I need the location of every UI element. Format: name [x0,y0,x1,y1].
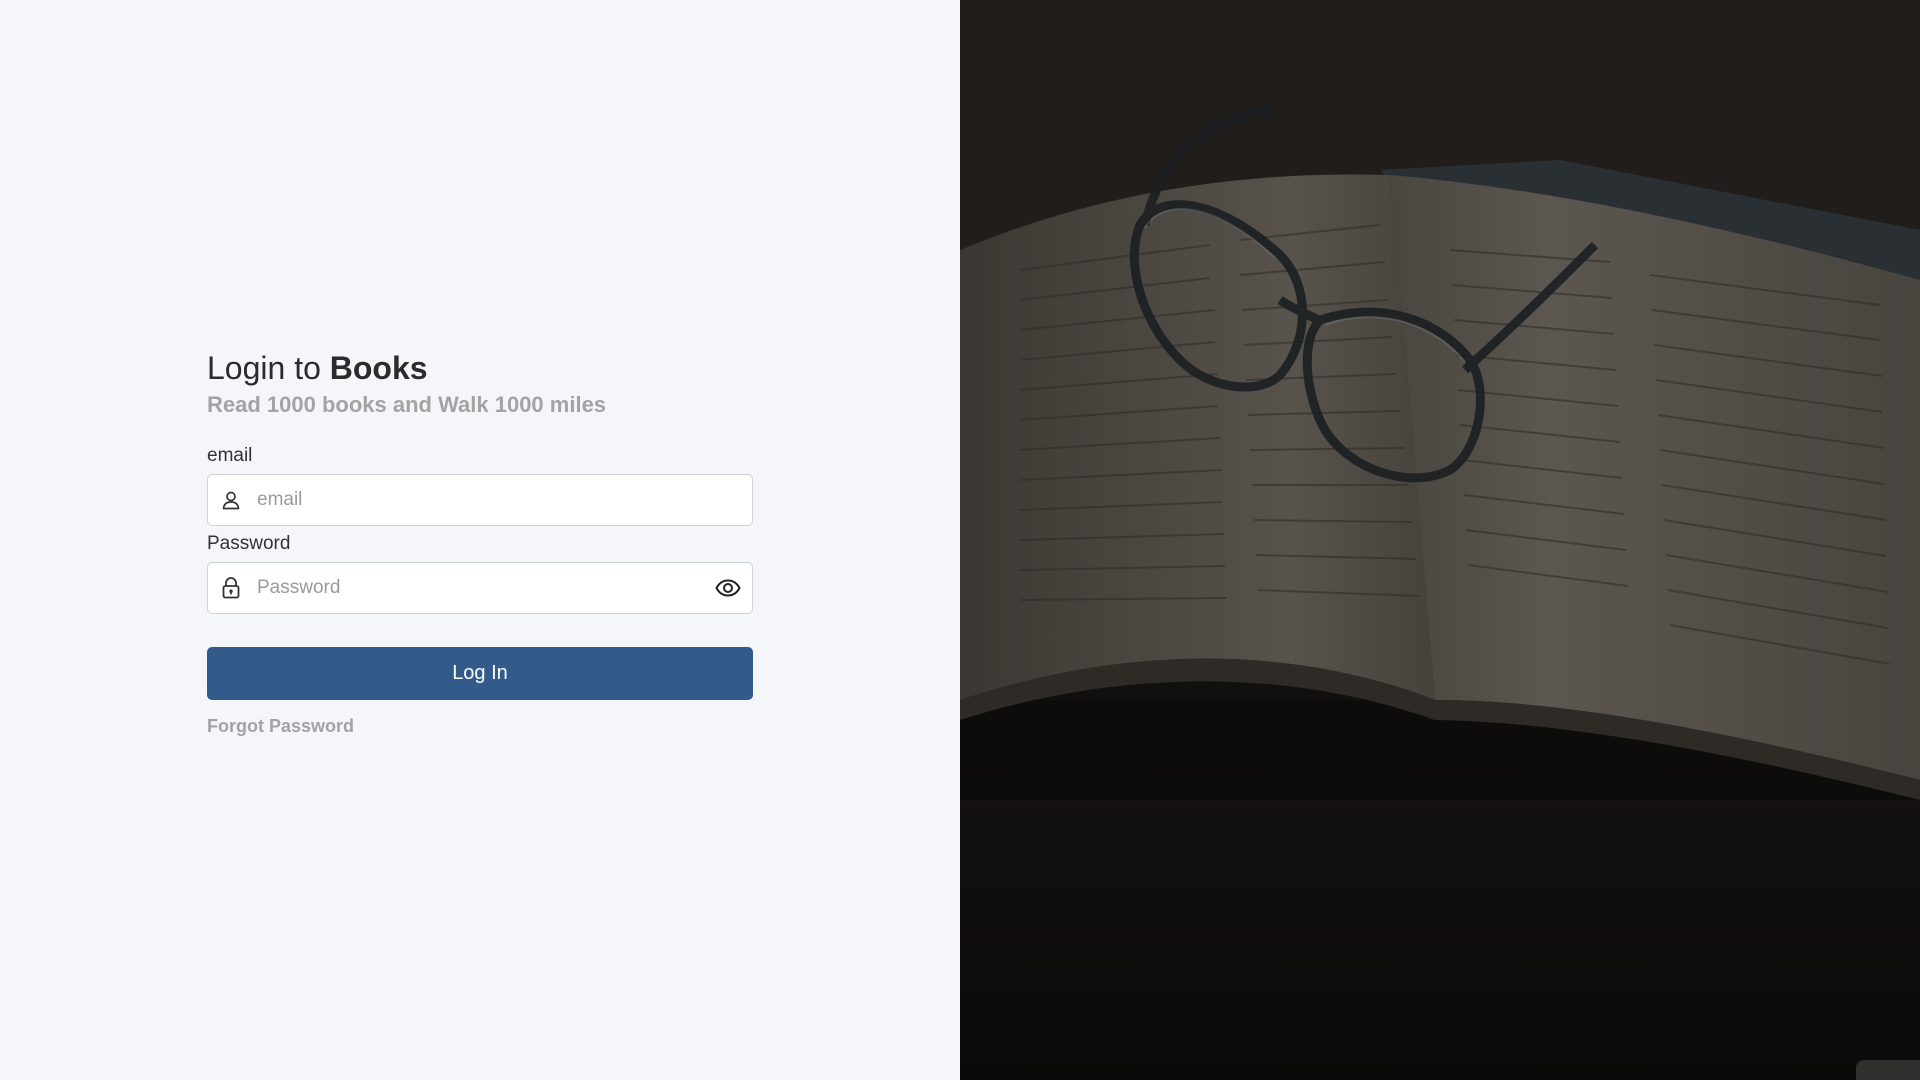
open-book-with-glasses-photo [960,0,1920,1080]
password-label: Password [207,533,291,554]
email-label: email [207,445,253,466]
lock-icon [220,577,242,599]
password-input[interactable] [255,576,714,600]
title-brand: Books [329,350,428,386]
page-subtitle: Read 1000 books and Walk 1000 miles [207,392,607,417]
password-field[interactable] [207,562,753,614]
email-field[interactable] [207,474,753,526]
eye-icon[interactable] [714,577,742,599]
login-button[interactable]: Log In [207,647,753,700]
hero-image [960,0,1920,1080]
corner-badge [1856,1060,1920,1080]
login-form: Login to Books Read 1000 books and Walk … [207,348,753,737]
user-icon [220,489,242,511]
email-input[interactable] [255,488,742,512]
login-panel: Login to Books Read 1000 books and Walk … [0,0,960,1080]
page-title: Login to Books [207,348,753,388]
title-prefix: Login to [207,350,330,386]
login-page: Login to Books Read 1000 books and Walk … [0,0,1920,1080]
forgot-password-link[interactable]: Forgot Password [207,716,354,737]
